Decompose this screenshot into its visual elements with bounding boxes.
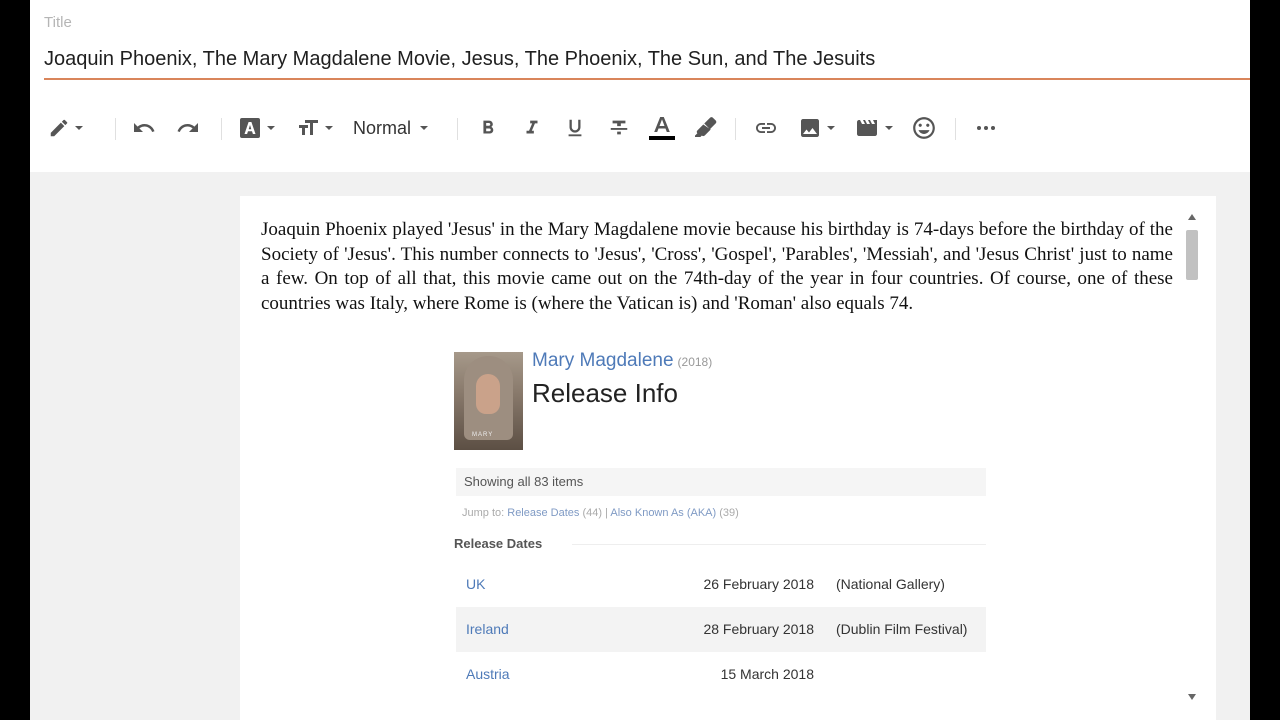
video-button[interactable]	[854, 114, 893, 142]
bold-icon	[477, 117, 499, 139]
document-page[interactable]: Joaquin Phoenix played 'Jesus' in the Ma…	[240, 196, 1216, 720]
scroll-up-arrow-icon[interactable]	[1188, 214, 1196, 220]
jump-to-links: Jump to: Release Dates (44) | Also Known…	[462, 507, 739, 519]
font-button[interactable]	[238, 114, 275, 142]
scrollbar-thumb[interactable]	[1186, 230, 1198, 280]
text-size-icon	[296, 116, 320, 140]
paragraph-style-label: Normal	[353, 117, 412, 138]
poster-face	[476, 374, 500, 414]
emoji-icon	[911, 115, 937, 141]
title-label: Title	[44, 14, 72, 31]
poster-title: MARY	[472, 432, 494, 438]
pencil-icon	[48, 117, 70, 139]
text-color-button[interactable]	[649, 114, 675, 142]
title-area: Title Joaquin Phoenix, The Mary Magdalen…	[30, 0, 1250, 80]
release-country: Austria	[466, 666, 510, 682]
vertical-scrollbar[interactable]	[1185, 210, 1199, 706]
pencil-menu-button[interactable]	[48, 114, 83, 142]
redo-icon	[176, 116, 200, 140]
link-button[interactable]	[754, 114, 778, 142]
toolbar-divider	[457, 118, 458, 140]
italic-icon	[521, 117, 543, 139]
release-info-heading: Release Info	[532, 378, 678, 408]
release-country: UK	[466, 576, 486, 592]
strikethrough-button[interactable]	[608, 114, 630, 142]
scroll-down-arrow-icon[interactable]	[1188, 694, 1196, 700]
jump-label: Jump to:	[462, 507, 505, 519]
toolbar-divider	[221, 118, 222, 140]
chevron-down-icon	[75, 126, 83, 130]
text-size-button[interactable]	[296, 114, 333, 142]
jump-link-release-dates: Release Dates	[507, 507, 580, 519]
underline-button[interactable]	[564, 114, 586, 142]
release-country: Ireland	[466, 621, 509, 637]
movie-poster: MARY	[454, 352, 523, 450]
section-heading: Release Dates	[454, 536, 543, 551]
toolbar-divider	[955, 118, 956, 140]
link-icon	[754, 116, 778, 140]
toolbar-divider	[115, 118, 116, 140]
highlight-button[interactable]	[693, 114, 717, 142]
release-date: 26 February 2018	[703, 576, 814, 592]
more-button[interactable]	[974, 114, 998, 142]
undo-button[interactable]	[132, 114, 156, 142]
movie-title-link: Mary Magdalene (2018)	[532, 350, 712, 372]
jump-count: (39)	[719, 507, 739, 519]
font-icon	[238, 116, 262, 140]
table-row: Austria 15 March 2018	[456, 652, 986, 697]
jump-link-aka: Also Known As (AKA)	[610, 507, 717, 519]
emoji-button[interactable]	[911, 114, 937, 142]
chevron-down-icon	[885, 126, 893, 130]
toolbar-divider	[735, 118, 736, 140]
showing-bar: Showing all 83 items	[456, 468, 986, 496]
italic-button[interactable]	[521, 114, 543, 142]
showing-count: Showing all 83 items	[464, 474, 584, 489]
table-row: Ireland 28 February 2018 (Dublin Film Fe…	[456, 607, 986, 652]
release-note: (Dublin Film Festival)	[836, 621, 968, 637]
jump-count: (44)	[582, 507, 603, 519]
release-note: (National Gallery)	[836, 576, 945, 592]
editor-window: Title Joaquin Phoenix, The Mary Magdalen…	[30, 0, 1250, 720]
paragraph-style-select[interactable]: Normal	[353, 114, 429, 142]
image-icon	[798, 116, 822, 140]
release-date: 28 February 2018	[703, 621, 814, 637]
embedded-release-info-image: MARY Mary Magdalene (2018) Release Info S…	[454, 350, 989, 720]
movie-year: (2018)	[677, 355, 713, 369]
movie-title: Mary Magdalene	[532, 350, 674, 371]
underline-icon	[564, 117, 586, 139]
chevron-down-icon	[420, 126, 429, 130]
body-paragraph[interactable]: Joaquin Phoenix played 'Jesus' in the Ma…	[261, 218, 1173, 316]
chevron-down-icon	[325, 126, 333, 130]
table-row: UK 26 February 2018 (National Gallery)	[456, 562, 986, 607]
title-input[interactable]: Joaquin Phoenix, The Mary Magdalene Movi…	[44, 48, 875, 71]
strikethrough-icon	[608, 117, 630, 139]
text-color-icon	[649, 114, 675, 142]
video-icon	[854, 116, 880, 140]
highlight-icon	[693, 116, 717, 140]
release-date: 15 March 2018	[720, 666, 814, 682]
bold-button[interactable]	[477, 114, 499, 142]
editor-toolbar: Normal	[30, 80, 1250, 172]
redo-button[interactable]	[176, 114, 200, 142]
more-icon	[974, 116, 998, 140]
chevron-down-icon	[267, 126, 275, 130]
undo-icon	[132, 116, 156, 140]
image-button[interactable]	[798, 114, 835, 142]
section-rule	[572, 544, 986, 545]
chevron-down-icon	[827, 126, 835, 130]
